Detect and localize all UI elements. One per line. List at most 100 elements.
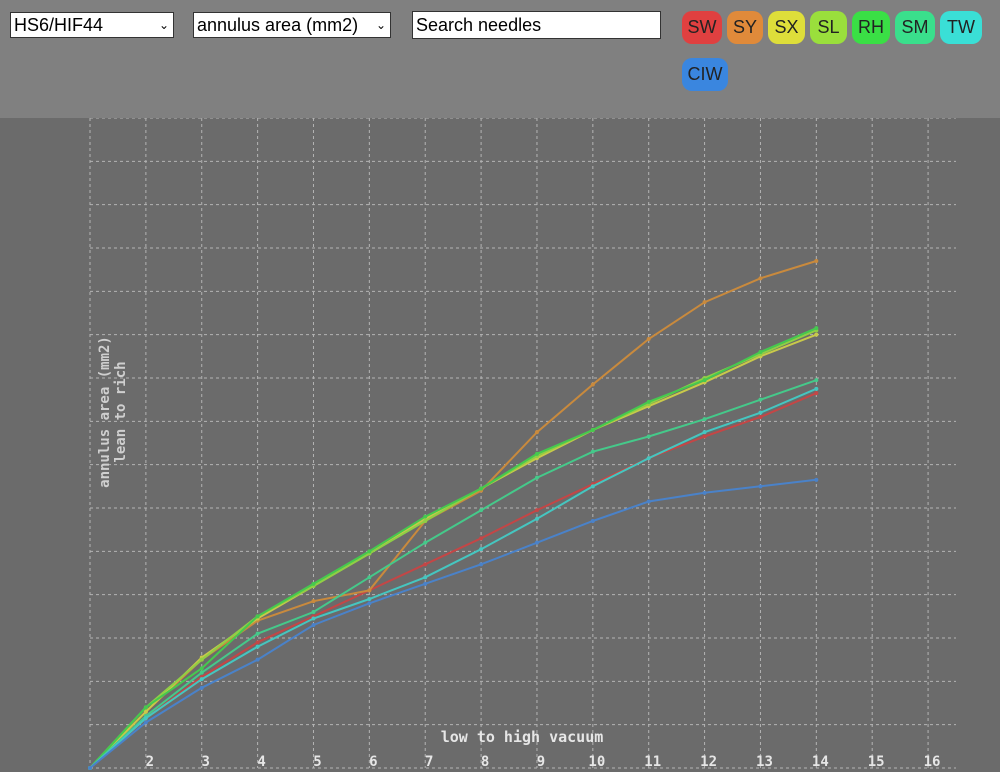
pill-label: TW: [947, 17, 975, 37]
data-point: [367, 588, 372, 593]
data-point: [199, 657, 204, 662]
pill-sy[interactable]: SY: [727, 11, 763, 44]
pill-label: SX: [774, 17, 799, 37]
needle-select[interactable]: HS6/HIF44 ⌄: [10, 12, 174, 38]
chevron-down-icon: ⌄: [158, 18, 169, 32]
data-point: [814, 386, 819, 391]
x-tick-label: 10: [588, 754, 605, 770]
toolbar: HS6/HIF44 ⌄ annulus area (mm2) ⌄ Search …: [0, 0, 1000, 118]
pill-label: SW: [687, 17, 717, 37]
data-point: [479, 547, 484, 552]
data-point: [590, 449, 595, 454]
x-tick-label: 16: [924, 754, 941, 770]
pill-sw[interactable]: SW: [682, 11, 722, 44]
pill-rh[interactable]: RH: [852, 11, 890, 44]
data-point: [590, 428, 595, 432]
series-tw: [88, 386, 819, 770]
search-input[interactable]: Search needles: [412, 11, 661, 39]
data-point: [423, 562, 428, 567]
needle-select-value: HS6/HIF44: [14, 15, 104, 35]
x-axis-label: low to high vacuum: [441, 728, 604, 746]
data-point: [367, 597, 372, 601]
x-tick-label: 3: [202, 754, 210, 770]
series-line: [89, 327, 817, 769]
data-point: [367, 601, 372, 606]
pill-label: SY: [732, 17, 757, 37]
x-tick-label: 2: [146, 754, 154, 770]
data-point: [255, 631, 260, 636]
y-axis-label-line2: lean to rich: [113, 361, 129, 463]
data-point: [814, 332, 819, 337]
data-point: [646, 499, 651, 504]
data-point: [646, 434, 651, 439]
data-point: [367, 549, 372, 554]
data-point: [311, 599, 316, 604]
series-line: [89, 329, 817, 769]
data-point: [311, 610, 316, 614]
data-point: [534, 508, 539, 513]
data-point: [423, 575, 428, 580]
pill-label: CIW: [687, 64, 723, 84]
data-point: [143, 720, 148, 725]
data-point: [255, 644, 260, 649]
data-point: [702, 430, 707, 435]
pill-sl[interactable]: SL: [810, 11, 847, 44]
data-point: [590, 484, 595, 489]
data-point: [423, 540, 428, 545]
data-point: [311, 581, 316, 586]
pill-tw[interactable]: TW: [940, 11, 982, 44]
data-point: [199, 677, 204, 682]
series-line: [89, 392, 817, 769]
data-point: [702, 300, 707, 305]
data-point: [311, 623, 316, 627]
data-point: [758, 484, 763, 489]
series-ciw: [88, 477, 819, 770]
x-tick-label: 13: [756, 754, 773, 770]
series-line: [89, 387, 817, 769]
pill-label: RH: [858, 17, 884, 37]
chevron-down-icon: ⌄: [375, 18, 386, 32]
data-point: [534, 451, 539, 456]
data-point: [199, 685, 204, 690]
data-point: [758, 350, 763, 354]
data-point: [143, 716, 148, 721]
data-point: [814, 378, 819, 383]
data-point: [590, 519, 595, 523]
data-point: [534, 516, 539, 521]
x-tick-label: 4: [257, 754, 265, 770]
data-point: [143, 705, 148, 710]
series-sy: [88, 259, 819, 770]
data-point: [255, 614, 260, 619]
metric-select[interactable]: annulus area (mm2) ⌄: [193, 12, 391, 38]
data-point: [702, 417, 707, 422]
data-point: [255, 657, 260, 662]
chart-x-ticks: 2 3 4 5 6 7 8 9 10 11 12 13 14 15 16: [146, 754, 941, 770]
data-point: [479, 508, 484, 513]
pill-sx[interactable]: SX: [768, 11, 805, 44]
pill-sm[interactable]: SM: [895, 11, 935, 44]
series-sl: [88, 328, 819, 770]
chart: 2 3 4 5 6 7 8 9 10 11 12 13 14 15 16 low to high vacuu…: [88, 118, 956, 770]
data-point: [534, 475, 539, 480]
x-tick-label: 15: [868, 754, 885, 770]
data-point: [590, 382, 595, 387]
data-point: [534, 540, 539, 545]
pill-label: SL: [817, 17, 840, 37]
x-tick-label: 12: [700, 754, 717, 770]
series-sw: [88, 391, 819, 770]
x-tick-label: 6: [369, 754, 377, 770]
pill-ciw[interactable]: CIW: [682, 58, 728, 91]
data-point: [479, 536, 484, 541]
data-point: [814, 477, 819, 482]
y-axis-label: annulus area (mm2) lean to rich: [97, 336, 129, 488]
data-point: [479, 562, 484, 567]
data-point: [702, 378, 707, 383]
x-tick-label: 7: [425, 754, 433, 770]
x-tick-label: 5: [313, 754, 321, 770]
data-point: [479, 486, 484, 491]
data-point: [311, 616, 316, 621]
data-point: [758, 410, 763, 415]
data-point: [423, 519, 428, 523]
x-tick-label: 11: [644, 754, 661, 770]
data-point: [423, 514, 428, 519]
